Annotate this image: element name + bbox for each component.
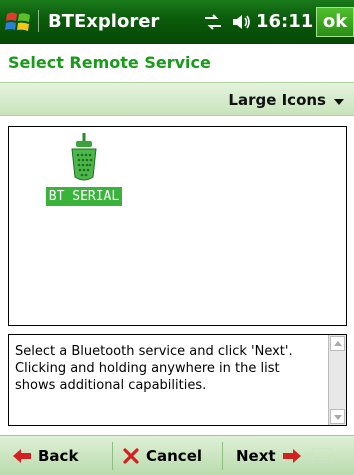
page-title: Select Remote Service: [8, 53, 211, 72]
speaker-icon[interactable]: [230, 12, 252, 32]
arrow-left-icon: [13, 449, 31, 463]
view-mode-dropdown[interactable]: Large Icons: [228, 91, 326, 109]
service-item[interactable]: BT SERIAL: [41, 133, 127, 206]
scroll-down-button[interactable]: [330, 409, 345, 424]
next-button[interactable]: Next: [236, 436, 302, 475]
help-scrollbar[interactable]: [328, 335, 346, 425]
title-separator: [38, 10, 39, 32]
title-bar: BTExplorer 16:11 ok: [0, 0, 354, 44]
close-icon: [123, 448, 139, 464]
page-header: Select Remote Service: [0, 44, 354, 82]
service-label[interactable]: BT SERIAL: [45, 187, 123, 206]
chevron-up-icon: [334, 341, 342, 346]
softkey-divider: [222, 442, 223, 470]
ok-button[interactable]: ok: [316, 7, 354, 37]
help-box: Select a Bluetooth service and click 'Ne…: [8, 334, 347, 426]
app-title: BTExplorer: [48, 11, 160, 32]
serial-port-icon: [71, 133, 97, 181]
arrow-right-icon: [282, 449, 301, 463]
windows-start-icon[interactable]: [4, 8, 32, 36]
chevron-up-icon[interactable]: [340, 453, 348, 458]
service-list[interactable]: BT SERIAL: [8, 126, 347, 326]
scroll-up-button[interactable]: [330, 336, 345, 351]
keyboard-icon[interactable]: [312, 448, 332, 463]
chevron-down-icon[interactable]: [334, 99, 344, 105]
back-label: Back: [38, 447, 79, 465]
cancel-button[interactable]: Cancel: [122, 436, 202, 475]
cancel-label: Cancel: [146, 447, 203, 465]
softkey-bar: Back Cancel Next: [0, 435, 354, 475]
chevron-down-icon: [334, 415, 342, 420]
help-text: Select a Bluetooth service and click 'Ne…: [15, 344, 293, 393]
next-label: Next: [236, 447, 276, 465]
view-toolbar: Large Icons: [0, 82, 354, 116]
softkey-divider: [112, 442, 113, 470]
connectivity-icon[interactable]: [203, 13, 223, 31]
back-button[interactable]: Back: [12, 436, 78, 475]
clock: 16:11: [256, 11, 314, 32]
